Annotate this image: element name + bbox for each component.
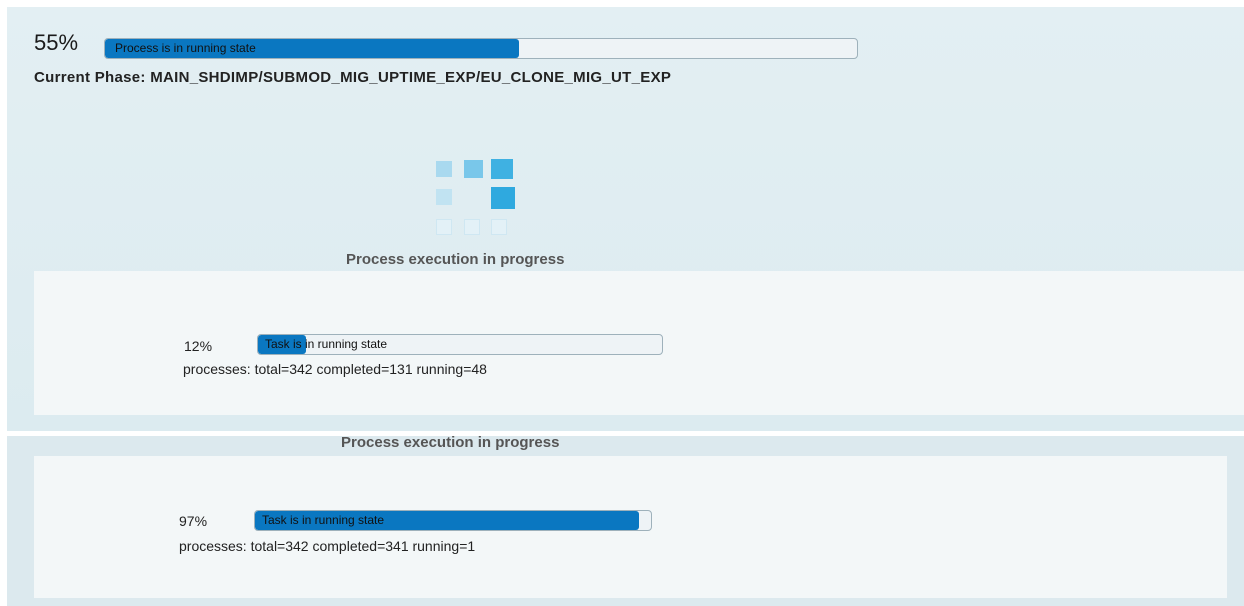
task-progress-bar: Task is in running state	[257, 334, 663, 355]
process-counts: processes: total=342 completed=131 runni…	[183, 361, 487, 377]
task-progress-text: Task is in running state	[265, 337, 388, 351]
task-percent: 12%	[184, 338, 213, 354]
overall-percent: 55%	[34, 30, 79, 55]
task-percent: 97%	[179, 513, 208, 529]
upgrade-progress-screen: 55% Process is in running state Current …	[7, 7, 1244, 431]
task-progress-text: Task is in running state	[262, 513, 385, 527]
execution-status-title: Process execution in progress	[341, 436, 560, 451]
task-panel: 97% Task is in running state processes: …	[34, 456, 1227, 598]
execution-status-title: Process execution in progress	[346, 251, 565, 268]
current-phase: Current Phase: MAIN_SHDIMP/SUBMOD_MIG_UP…	[34, 69, 672, 86]
task-panel: 12% Task is in running state processes: …	[34, 271, 1244, 415]
overall-progress-bar: Process is in running state	[104, 38, 858, 59]
task-progress-bar: Task is in running state	[254, 510, 652, 531]
process-counts: processes: total=342 completed=341 runni…	[179, 538, 476, 554]
loading-squares-icon	[434, 157, 516, 237]
overall-progress-text: Process is in running state	[115, 41, 256, 55]
task-progress-screen: Process execution in progress 97% Task i…	[7, 436, 1244, 606]
